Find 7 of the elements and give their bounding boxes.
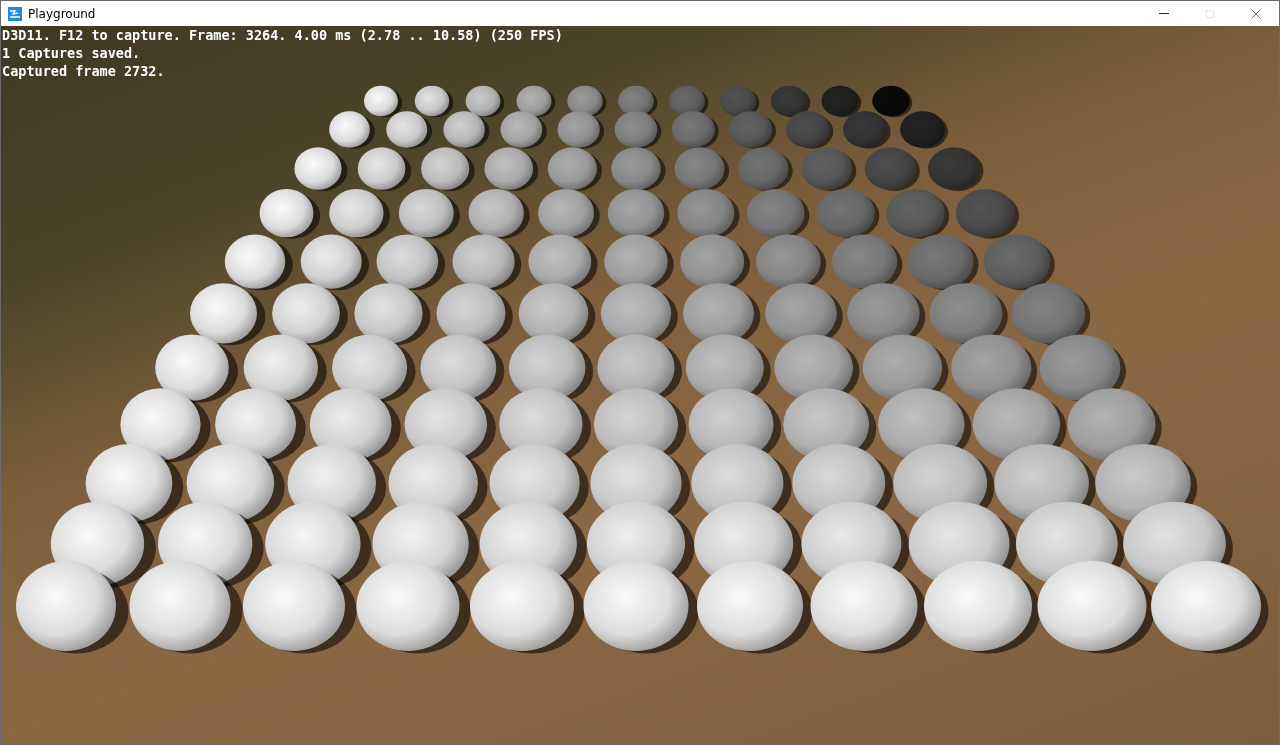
overlay-text: D3D11. F12 to capture. Frame: 3264. 4.00 ms (2.78 .. 10.58) (250 FPS) [2, 26, 563, 44]
minimize-icon [1159, 13, 1169, 14]
maximize-icon [1205, 8, 1215, 19]
app-icon [8, 6, 22, 21]
overlay-text: Captured frame 2732. [2, 62, 165, 80]
overlay-text: 1 Captures saved. [2, 44, 141, 62]
window-title: Playground [28, 6, 97, 21]
